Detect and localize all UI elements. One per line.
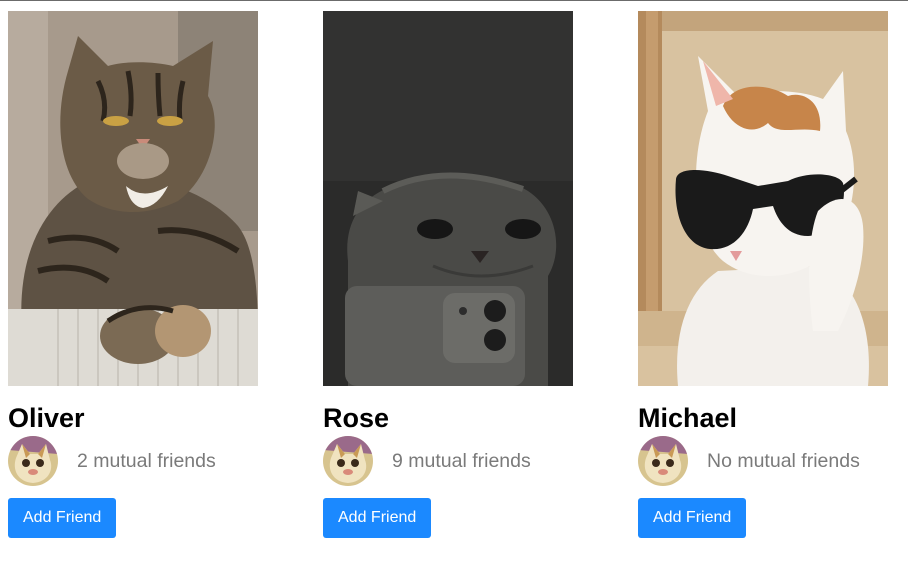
add-friend-button[interactable]: Add Friend: [323, 498, 432, 538]
friend-card-rose: Rose 9 mutual friends Add Friend: [323, 11, 573, 538]
friend-name: Rose: [323, 403, 390, 433]
add-friend-button[interactable]: Add Friend: [8, 498, 117, 538]
add-friend-button[interactable]: Add Friend: [638, 498, 747, 538]
mutual-friends-count: 2 mutual friends: [77, 449, 216, 472]
mutual-friends-count: 9 mutual friends: [392, 449, 531, 472]
avatar[interactable]: [8, 436, 58, 486]
cat-sunglasses-photo[interactable]: [638, 11, 888, 386]
friend-card-michael: Michael No mutual friends Add Friend: [638, 11, 888, 538]
friend-card-oliver: Oliver 2 mutual friends Add Friend: [8, 11, 258, 538]
tabby-cat-photo[interactable]: [8, 11, 258, 386]
mutual-friends-row: 2 mutual friends: [8, 436, 258, 486]
mutual-friends-row: No mutual friends: [638, 436, 888, 486]
avatar[interactable]: [638, 436, 688, 486]
friend-name: Michael: [638, 403, 738, 433]
mutual-friends-count: No mutual friends: [707, 449, 860, 472]
top-divider: [0, 0, 908, 1]
mutual-friends-row: 9 mutual friends: [323, 436, 573, 486]
avatar[interactable]: [323, 436, 373, 486]
grey-cat-selfie-photo[interactable]: [323, 11, 573, 386]
friend-name: Oliver: [8, 403, 85, 433]
